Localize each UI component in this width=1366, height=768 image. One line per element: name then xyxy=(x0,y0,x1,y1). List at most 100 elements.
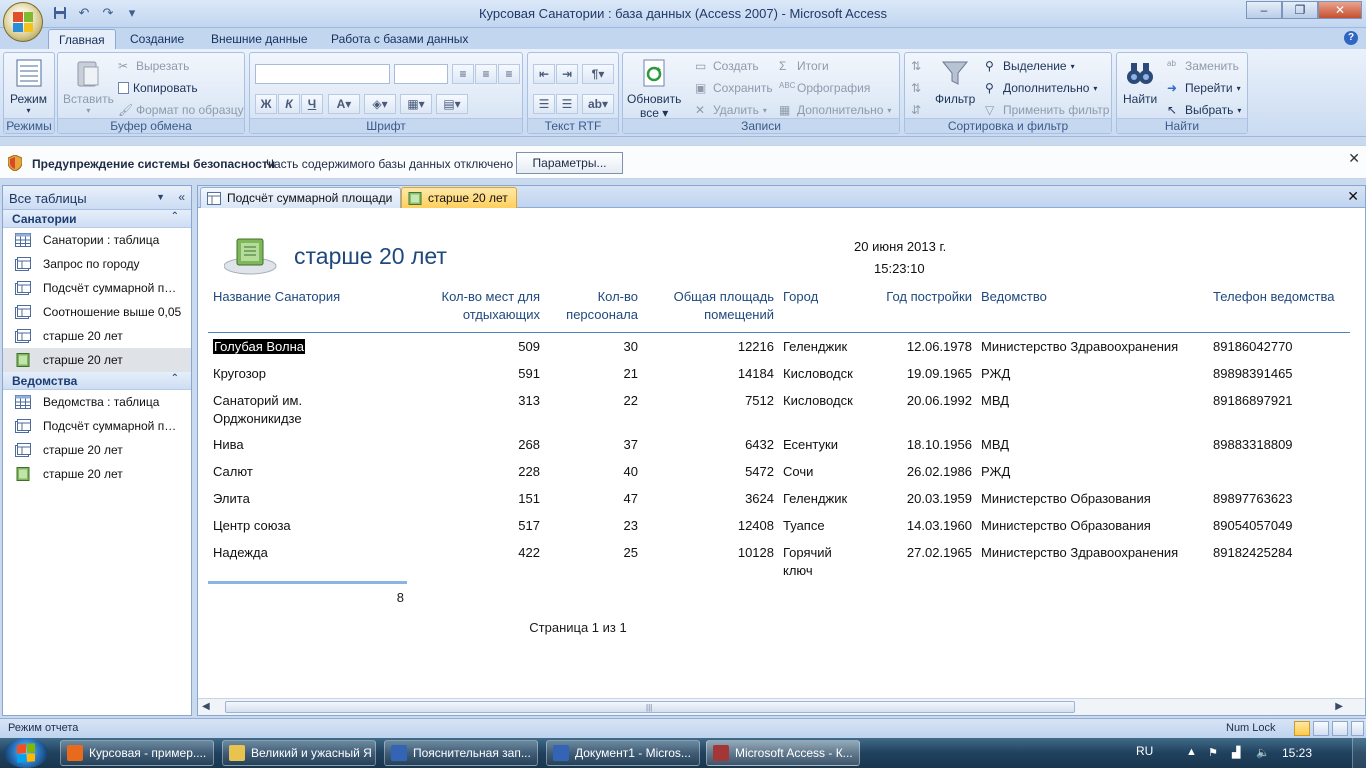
doc-tab-summary-query[interactable]: Подсчёт суммарной площади xyxy=(200,187,402,208)
cut-button[interactable]: ✂ Вырезать xyxy=(118,57,189,75)
nav-item[interactable]: старше 20 лет xyxy=(3,348,191,372)
doc-tab-report[interactable]: старше 20 лет xyxy=(401,187,517,208)
bold-button[interactable]: Ж xyxy=(255,94,277,114)
nav-header[interactable]: Все таблицы ▼ « xyxy=(3,186,191,210)
cell-city: Кисловодск xyxy=(783,393,853,408)
language-indicator[interactable]: RU xyxy=(1136,744,1153,758)
new-record-button[interactable]: ▭ Создать xyxy=(695,57,759,75)
scroll-thumb[interactable]: ||| xyxy=(225,701,1075,713)
office-button[interactable] xyxy=(3,2,43,42)
nav-item-label: старше 20 лет xyxy=(43,443,123,457)
report-view-button[interactable] xyxy=(1294,721,1310,736)
close-icon[interactable]: ✕ xyxy=(1348,150,1360,167)
underline-button[interactable]: Ч xyxy=(301,94,323,114)
align-center-button[interactable]: ≡ xyxy=(475,64,497,84)
taskbar-item[interactable]: Microsoft Access - К... xyxy=(706,740,860,766)
taskbar-item[interactable]: Пояснительная зап... xyxy=(384,740,538,766)
cell-area: 10128 xyxy=(737,545,774,560)
show-desktop-button[interactable] xyxy=(1352,738,1366,768)
clear-sort-button[interactable]: ⇵ xyxy=(911,101,925,119)
tab-external-data[interactable]: Внешние данные xyxy=(201,29,318,50)
help-icon[interactable]: ? xyxy=(1344,31,1358,45)
font-size-combo[interactable] xyxy=(394,64,448,84)
group-clipboard: Вставить ▾ ✂ Вырезать Копировать 🖌 Формат … xyxy=(57,52,245,134)
replace-button[interactable]: ab Заменить xyxy=(1167,57,1239,75)
close-icon[interactable]: ✕ xyxy=(1347,188,1359,205)
chevron-down-icon[interactable]: ▼ xyxy=(156,192,165,202)
totals-button[interactable]: Σ Итоги xyxy=(779,57,829,75)
layout-view-button[interactable] xyxy=(1332,721,1348,736)
advanced-filter-button[interactable]: ⚲ Дополнительно ▾ xyxy=(985,79,1097,97)
network-icon[interactable]: ▟ xyxy=(1232,746,1244,759)
maximize-button[interactable]: ❐ xyxy=(1282,1,1318,19)
print-preview-button[interactable] xyxy=(1313,721,1329,736)
start-button[interactable] xyxy=(4,738,48,768)
italic-button[interactable]: К xyxy=(278,94,300,114)
minimize-button[interactable]: – xyxy=(1246,1,1282,19)
format-painter-button[interactable]: 🖌 Формат по образцу xyxy=(118,101,244,119)
paste-button[interactable]: Вставить ▾ xyxy=(63,57,114,115)
delete-record-button[interactable]: ✕ Удалить ▾ xyxy=(695,101,767,119)
align-left-button[interactable]: ≡ xyxy=(452,64,474,84)
align-right-button[interactable]: ≡ xyxy=(498,64,520,84)
chevron-up-icon[interactable]: ⌃ xyxy=(171,373,179,384)
nav-item[interactable]: старше 20 лет xyxy=(3,324,191,348)
font-name-combo[interactable] xyxy=(255,64,390,84)
bullets-button[interactable]: ☰ xyxy=(533,94,555,114)
taskbar-item[interactable]: Великий и ужасный Я xyxy=(222,740,376,766)
alternate-fill-button[interactable]: ▤▾ xyxy=(436,94,468,114)
chevron-up-icon[interactable]: ⌃ xyxy=(171,211,179,222)
nav-group-header[interactable]: Ведомства ⌃ xyxy=(3,372,191,390)
view-button[interactable]: Режим ▾ xyxy=(10,57,47,115)
scroll-right-icon[interactable]: ▶ xyxy=(1335,701,1343,712)
nav-item[interactable]: Подсчёт суммарной пло... xyxy=(3,276,191,300)
goto-button[interactable]: ➜ Перейти ▾ xyxy=(1167,79,1241,97)
spelling-button[interactable]: ABC Орфография xyxy=(779,79,870,97)
design-view-button[interactable] xyxy=(1351,721,1364,736)
fill-color-button[interactable]: ◈▾ xyxy=(364,94,396,114)
nav-item[interactable]: Запрос по городу xyxy=(3,252,191,276)
nav-item[interactable]: Санатории : таблица xyxy=(3,228,191,252)
tab-database-tools[interactable]: Работа с базами данных xyxy=(321,29,478,50)
tray-expand-icon[interactable]: ▲ xyxy=(1186,746,1198,758)
tab-home[interactable]: Главная xyxy=(48,29,116,50)
sort-ascending-button[interactable]: ⇅ xyxy=(911,57,925,75)
flag-icon[interactable]: ⚑ xyxy=(1208,746,1220,759)
save-record-button[interactable]: ▣ Сохранить xyxy=(695,79,773,97)
tab-create[interactable]: Создание xyxy=(120,29,194,50)
horizontal-scrollbar[interactable]: ◀ ||| ▶ xyxy=(198,698,1365,715)
sort-descending-button[interactable]: ⇅ xyxy=(911,79,925,97)
refresh-all-button[interactable]: Обновить все ▾ xyxy=(627,57,681,120)
gridlines-button[interactable]: ▦▾ xyxy=(400,94,432,114)
nav-item[interactable]: Ведомства : таблица xyxy=(3,390,191,414)
cell-year: 12.06.1978 xyxy=(906,339,972,354)
nav-group-header[interactable]: Санатории ⌃ xyxy=(3,210,191,228)
filter-button[interactable]: Фильтр xyxy=(935,57,975,106)
nav-item-label: Запрос по городу xyxy=(43,257,140,271)
taskbar-item[interactable]: Курсовая - пример.... xyxy=(60,740,214,766)
numbering-button[interactable]: ☰ xyxy=(556,94,578,114)
clock[interactable]: 15:23 xyxy=(1282,746,1312,760)
nav-item[interactable]: старше 20 лет xyxy=(3,462,191,486)
taskbar-item[interactable]: Документ1 - Micros... xyxy=(546,740,700,766)
security-options-button[interactable]: Параметры... xyxy=(516,152,623,174)
toggle-filter-button[interactable]: ▽ Применить фильтр xyxy=(985,101,1109,119)
highlight-button[interactable]: ab▾ xyxy=(582,94,614,114)
nav-item[interactable]: старше 20 лет xyxy=(3,438,191,462)
font-color-button[interactable]: A▾ xyxy=(328,94,360,114)
indent-increase-button[interactable]: ⇥ xyxy=(556,64,578,84)
close-button[interactable]: ✕ xyxy=(1318,1,1362,19)
nav-item[interactable]: Соотношение выше 0,05 xyxy=(3,300,191,324)
more-records-button[interactable]: ▦ Дополнительно ▾ xyxy=(779,101,891,119)
volume-icon[interactable]: 🔈 xyxy=(1256,746,1270,759)
header-area: Общая площадь помещений xyxy=(673,289,774,322)
scroll-left-icon[interactable]: ◀ xyxy=(202,701,210,712)
indent-decrease-button[interactable]: ⇤ xyxy=(533,64,555,84)
nav-item[interactable]: Подсчёт суммарной пло... xyxy=(3,414,191,438)
select-button[interactable]: ↖ Выбрать ▾ xyxy=(1167,101,1241,119)
selection-button[interactable]: ⚲ Выделение ▾ xyxy=(985,57,1075,75)
collapse-pane-icon[interactable]: « xyxy=(178,190,185,204)
paragraph-button[interactable]: ¶▾ xyxy=(582,64,614,84)
copy-button[interactable]: Копировать xyxy=(118,79,198,97)
find-button[interactable]: Найти xyxy=(1123,57,1157,106)
